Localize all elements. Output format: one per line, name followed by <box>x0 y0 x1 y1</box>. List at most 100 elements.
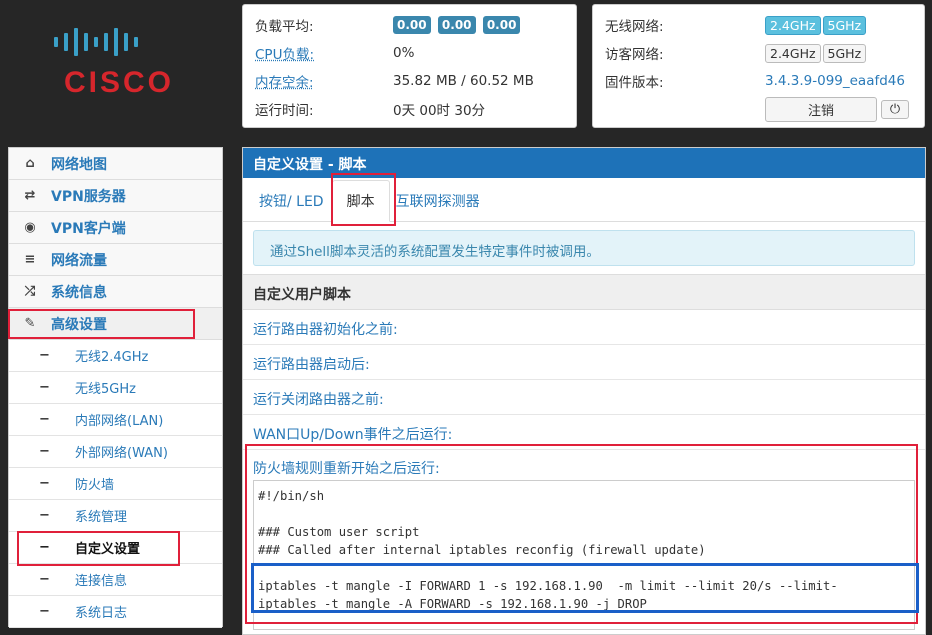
wireless-panel: 无线网络: 2.4GHz 5GHz 访客网络: 2.4GHz 5GHz 固件版本… <box>592 4 925 128</box>
code-line: ### Called after internal iptables recon… <box>258 543 706 557</box>
dash-icon: − <box>39 508 50 523</box>
load-15min: 0.00 <box>482 16 521 34</box>
sidebar-sub-wan[interactable]: − 外部网络(WAN) <box>9 436 222 468</box>
script-post-start[interactable]: 运行路由器启动后: <box>243 345 925 380</box>
sidebar-item-label: VPN客户端 <box>51 220 126 237</box>
firmware-row: 固件版本: 3.4.3.9-099_eaafd46 <box>605 67 912 95</box>
code-line: iptables -t mangle -I FORWARD 1 -s 192.1… <box>258 579 838 593</box>
sidebar-item-label: 高级设置 <box>51 316 107 333</box>
code-line: #!/bin/sh <box>258 489 325 503</box>
tab-scripts[interactable]: 脚本 <box>331 180 390 222</box>
script-pre-shutdown[interactable]: 运行关闭路由器之前: <box>243 380 925 415</box>
dash-icon: − <box>39 412 50 427</box>
code-line: iptables -t mangle -A FORWARD -s 192.168… <box>258 597 647 611</box>
script-firewall-restart: 防火墙规则重新开始之后运行: #!/bin/sh ### Custom user… <box>243 450 925 630</box>
cpu-value: 0% <box>393 45 415 61</box>
script-firewall-title[interactable]: 防火墙规则重新开始之后运行: <box>253 458 915 477</box>
sidebar-sub-label: 无线5GHz <box>75 382 136 397</box>
retweet-icon: ⇄ <box>24 188 36 203</box>
dash-icon: − <box>39 540 50 555</box>
wireless-label: 无线网络: <box>605 19 664 35</box>
globe-icon: ◉ <box>24 220 36 235</box>
sidebar-item-label: 系统信息 <box>51 284 107 301</box>
guest-row: 访客网络: 2.4GHz 5GHz <box>605 39 912 67</box>
uptime-row: 运行时间: 0天 00时 30分 <box>255 95 564 123</box>
power-icon[interactable]: ⏻ <box>881 99 909 119</box>
sidebar-item-label: 网络流量 <box>51 252 107 269</box>
load-label: 负载平均: <box>255 19 314 35</box>
sidebar-item-label: VPN服务器 <box>51 188 126 205</box>
tab-buttons-led[interactable]: 按钮/ LED <box>253 181 332 221</box>
cisco-logo: CISCO <box>50 24 190 104</box>
cisco-logo-text: CISCO <box>64 66 175 99</box>
guest-24ghz-toggle[interactable]: 2.4GHz <box>765 43 821 63</box>
wireless-24ghz-toggle[interactable]: 2.4GHz <box>765 15 821 35</box>
sidebar-item-network-map[interactable]: ⌂ 网络地图 <box>9 148 222 180</box>
guest-label: 访客网络: <box>605 47 664 63</box>
code-line: ### Custom user script <box>258 525 420 539</box>
section-title: 自定义用户脚本 <box>243 274 925 310</box>
main-content: 自定义设置 - 脚本 按钮/ LED 脚本 互联网探测器 通过Shell脚本灵活… <box>242 147 926 635</box>
script-wan-event[interactable]: WAN口Up/Down事件之后运行: <box>243 415 925 450</box>
cisco-logo-bars <box>54 24 190 60</box>
dash-icon: − <box>39 604 50 619</box>
sidebar-nav: ⌂ 网络地图 ⇄ VPN服务器 ◉ VPN客户端 ≡ 网络流量 ⤮ 系统信息 ✎… <box>8 147 223 628</box>
sidebar-sub-label: 外部网络(WAN) <box>75 446 168 461</box>
list-icon: ≡ <box>24 252 36 267</box>
firmware-version-link[interactable]: 3.4.3.9-099_eaafd46 <box>765 73 905 89</box>
sidebar-sub-wireless-24[interactable]: − 无线2.4GHz <box>9 340 222 372</box>
page-title: 自定义设置 - 脚本 <box>243 148 925 178</box>
sidebar-sub-custom-settings[interactable]: − 自定义设置 <box>9 532 222 564</box>
wrench-icon: ✎ <box>24 316 36 331</box>
dash-icon: − <box>39 476 50 491</box>
sidebar-item-vpn-server[interactable]: ⇄ VPN服务器 <box>9 180 222 212</box>
sidebar-sub-label: 无线2.4GHz <box>75 350 149 365</box>
wireless-5ghz-toggle[interactable]: 5GHz <box>822 15 867 35</box>
logout-button[interactable]: 注销 <box>765 96 877 122</box>
sidebar-sub-label: 内部网络(LAN) <box>75 414 164 429</box>
dash-icon: − <box>39 444 50 459</box>
guest-5ghz-toggle[interactable]: 5GHz <box>822 43 867 63</box>
sidebar-item-traffic[interactable]: ≡ 网络流量 <box>9 244 222 276</box>
sidebar-sub-firewall[interactable]: − 防火墙 <box>9 468 222 500</box>
sidebar-item-label: 网络地图 <box>51 156 107 173</box>
sidebar-item-advanced[interactable]: ✎ 高级设置 <box>9 308 222 340</box>
system-status-panel: 负载平均: 0.00 0.00 0.00 CPU负载: 0% 内存空余: 35.… <box>242 4 577 128</box>
uptime-label: 运行时间: <box>255 103 314 119</box>
shuffle-icon: ⤮ <box>24 284 36 299</box>
tab-bar: 按钮/ LED 脚本 互联网探测器 <box>243 178 925 222</box>
sidebar-sub-label: 自定义设置 <box>75 542 141 557</box>
load-row: 负载平均: 0.00 0.00 0.00 <box>255 11 564 39</box>
sidebar-sub-label: 系统管理 <box>75 510 128 525</box>
load-5min: 0.00 <box>437 16 476 34</box>
tab-internet-detector[interactable]: 互联网探测器 <box>390 181 488 221</box>
load-1min: 0.00 <box>393 16 431 34</box>
dash-icon: − <box>39 380 50 395</box>
sidebar-sub-label: 防火墙 <box>75 478 115 493</box>
sidebar-sub-system-log[interactable]: − 系统日志 <box>9 596 222 628</box>
logout-row: 注销 ⏻ <box>605 95 912 123</box>
home-icon: ⌂ <box>25 156 35 171</box>
dash-icon: − <box>39 348 50 363</box>
sidebar-item-vpn-client[interactable]: ◉ VPN客户端 <box>9 212 222 244</box>
sidebar-sub-wireless-5[interactable]: − 无线5GHz <box>9 372 222 404</box>
sidebar-sub-lan[interactable]: − 内部网络(LAN) <box>9 404 222 436</box>
wireless-row: 无线网络: 2.4GHz 5GHz <box>605 11 912 39</box>
sidebar-sub-connections[interactable]: − 连接信息 <box>9 564 222 596</box>
memory-row: 内存空余: 35.82 MB / 60.52 MB <box>255 67 564 95</box>
dash-icon: − <box>39 572 50 587</box>
sidebar-item-system-info[interactable]: ⤮ 系统信息 <box>9 276 222 308</box>
sidebar-sub-label: 连接信息 <box>75 574 128 589</box>
memory-value: 35.82 MB / 60.52 MB <box>393 73 534 89</box>
uptime-value: 0天 00时 30分 <box>393 103 486 119</box>
script-editor[interactable]: #!/bin/sh ### Custom user script ### Call… <box>253 480 915 630</box>
sidebar-sub-administration[interactable]: − 系统管理 <box>9 500 222 532</box>
script-pre-init[interactable]: 运行路由器初始化之前: <box>243 310 925 345</box>
cpu-link[interactable]: CPU负载: <box>255 43 393 63</box>
cpu-row: CPU负载: 0% <box>255 39 564 67</box>
sidebar-sub-label: 系统日志 <box>75 606 128 621</box>
memory-link[interactable]: 内存空余: <box>255 71 393 91</box>
firmware-label: 固件版本: <box>605 75 664 91</box>
